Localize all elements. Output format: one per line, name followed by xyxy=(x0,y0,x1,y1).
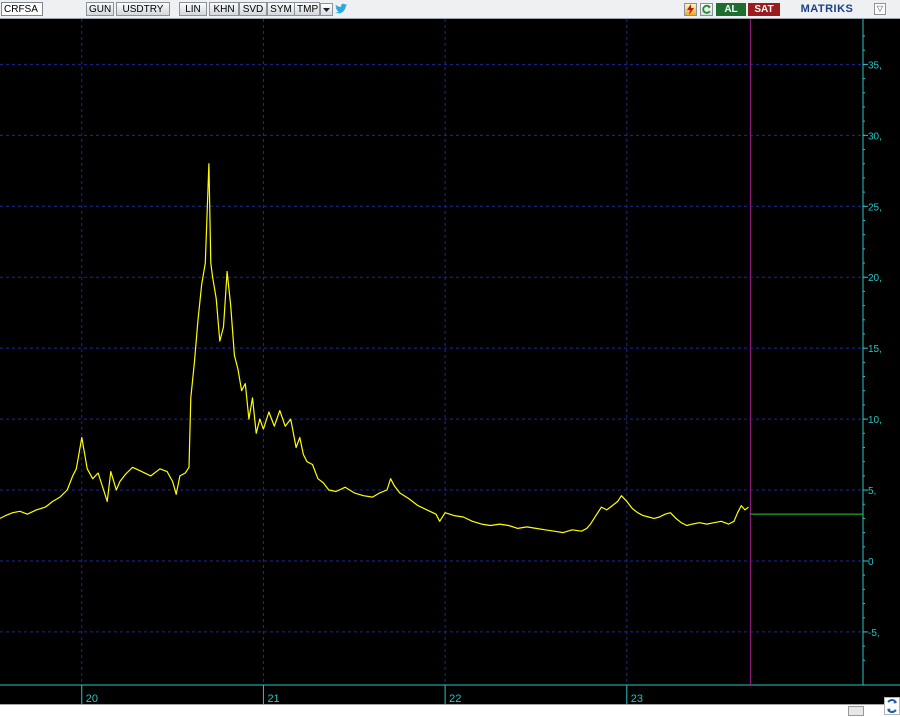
template-button[interactable]: TMP xyxy=(294,2,320,16)
y-tick-label: 25, xyxy=(868,202,882,213)
twitter-bird-icon[interactable] xyxy=(334,3,348,16)
y-tick-label: -5, xyxy=(868,628,880,639)
svd-button[interactable]: SVD xyxy=(239,2,267,16)
price-series xyxy=(0,19,863,685)
sell-button[interactable]: SAT xyxy=(748,3,780,16)
usdtry-button[interactable]: USDTRY xyxy=(116,2,170,16)
y-tick-label: 35, xyxy=(868,60,882,71)
horizontal-scrollbar[interactable] xyxy=(0,704,900,717)
y-tick-label: 20, xyxy=(868,273,882,284)
brand-logo: MATRIKS xyxy=(800,3,854,15)
linear-scale-button[interactable]: LIN xyxy=(179,2,207,16)
chart-axes xyxy=(0,19,900,704)
refresh-icon[interactable] xyxy=(700,3,713,16)
axis-labels: 35,30,25,20,15,10,5,0-5,20 21 22 23 xyxy=(86,60,882,705)
sym-button[interactable]: SYM xyxy=(267,2,295,16)
buy-button[interactable]: AL xyxy=(716,3,746,16)
y-tick-label: 15, xyxy=(868,344,882,355)
window-menu-icon[interactable]: ▽ xyxy=(874,3,886,15)
price-chart[interactable]: 35,30,25,20,15,10,5,0-5,20 21 22 23 xyxy=(0,19,900,717)
chart-grid xyxy=(0,19,863,683)
y-tick-label: 30, xyxy=(868,131,882,142)
y-tick-label: 5, xyxy=(868,486,876,497)
lightning-icon[interactable] xyxy=(684,3,697,16)
daily-period-button[interactable]: GUN xyxy=(86,2,114,16)
scroll-thumb[interactable] xyxy=(848,706,864,716)
y-tick-label: 0 xyxy=(868,557,874,568)
symbol-input[interactable]: CRFSA xyxy=(1,2,43,16)
chart-settings-icon[interactable] xyxy=(884,697,900,715)
chart-toolbar: CRFSA GUN USDTRY LIN KHN SVD SYM TMP AL … xyxy=(0,0,900,19)
y-tick-label: 10, xyxy=(868,415,882,426)
dropdown-arrow-icon[interactable] xyxy=(320,3,333,16)
khn-button[interactable]: KHN xyxy=(209,2,239,16)
